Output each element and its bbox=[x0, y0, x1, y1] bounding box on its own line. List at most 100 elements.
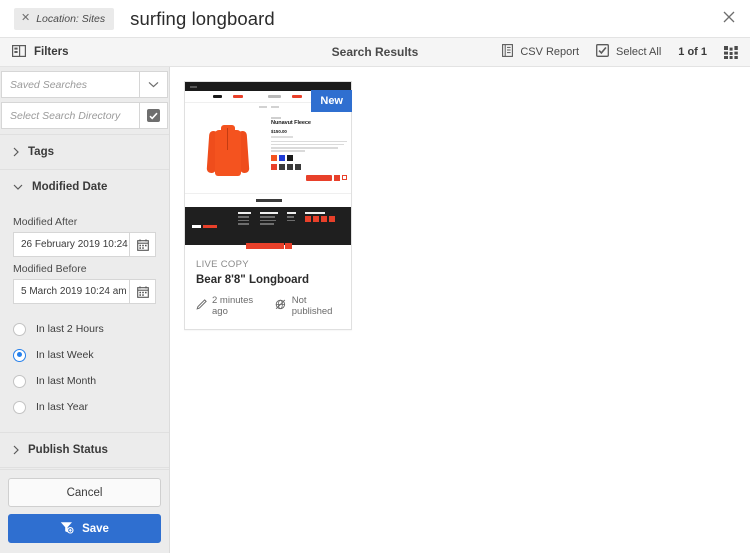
preview-crumb-item bbox=[271, 105, 279, 108]
calendar-icon[interactable] bbox=[130, 279, 156, 304]
modified-before-input[interactable]: 5 March 2019 10:24 am bbox=[13, 279, 130, 304]
section-label-publish-status: Publish Status bbox=[28, 444, 108, 456]
section-label-modified-date: Modified Date bbox=[32, 181, 108, 193]
modified-before-row: 5 March 2019 10:24 am bbox=[13, 279, 156, 304]
swatch bbox=[279, 154, 285, 161]
sidebar-section-publish-status[interactable]: Publish Status bbox=[0, 432, 169, 468]
modified-before-label: Modified Before bbox=[13, 263, 87, 275]
preview-bottom-button bbox=[246, 243, 284, 249]
swatch bbox=[271, 154, 277, 161]
preview-product-info: Nunavut Fleece $150.00 bbox=[271, 114, 347, 189]
result-count: 1 of 1 bbox=[678, 46, 707, 58]
preview-rating bbox=[271, 135, 293, 138]
radio-label: In last Month bbox=[36, 375, 97, 387]
preview-text-line bbox=[271, 150, 306, 152]
radio-in-last-2-hours[interactable]: In last 2 Hours bbox=[13, 316, 156, 342]
radio-in-last-month[interactable]: In last Month bbox=[13, 368, 156, 394]
preview-description bbox=[271, 140, 347, 152]
saved-searches-row: Saved Searches bbox=[1, 71, 168, 98]
checkmark-icon bbox=[147, 109, 160, 122]
preview-qty bbox=[334, 174, 340, 181]
size-option bbox=[271, 163, 277, 170]
search-directory-checkbox[interactable] bbox=[140, 102, 168, 129]
radio-label: In last Week bbox=[36, 349, 94, 361]
preview-eyebrow bbox=[271, 117, 281, 119]
location-filter-chip[interactable]: ✕ Location: Sites bbox=[14, 7, 115, 30]
card-publish-text: Not published bbox=[291, 295, 333, 317]
body-split: Saved Searches Select Search Directory T… bbox=[0, 67, 750, 553]
radio-label: In last 2 Hours bbox=[36, 323, 104, 335]
unpublished-globe-icon bbox=[275, 299, 287, 313]
saved-searches-input[interactable]: Saved Searches bbox=[1, 71, 140, 98]
modified-after-input[interactable]: 26 February 2019 10:24 am bbox=[13, 232, 130, 257]
csv-report-button[interactable]: CSV Report bbox=[502, 44, 579, 60]
filters-toggle[interactable]: Filters bbox=[0, 44, 170, 60]
sidebar-section-modified-date[interactable]: Modified Date bbox=[0, 170, 169, 204]
heart-icon bbox=[342, 175, 347, 181]
modified-after-row: 26 February 2019 10:24 am bbox=[13, 232, 156, 257]
radio-button bbox=[13, 374, 26, 388]
preview-text-line bbox=[271, 146, 338, 149]
sidebar-section-tags[interactable]: Tags bbox=[0, 134, 169, 170]
preview-brand-mark bbox=[213, 95, 222, 98]
save-button[interactable]: Save bbox=[8, 514, 161, 543]
card-publish-status: Not published bbox=[275, 295, 340, 317]
cancel-button[interactable]: Cancel bbox=[8, 478, 161, 507]
close-icon[interactable]: ✕ bbox=[21, 13, 30, 24]
view-grid-icon[interactable] bbox=[724, 45, 738, 59]
filters-label: Filters bbox=[34, 46, 69, 58]
rail-footer-actions: Cancel Save bbox=[0, 469, 169, 553]
pencil-icon bbox=[196, 299, 207, 313]
result-card[interactable]: New Nunavut Fleece $150.00 LIVE COPY Bea… bbox=[184, 81, 352, 330]
preview-brand-logo bbox=[256, 199, 282, 202]
radio-in-last-year[interactable]: In last Year bbox=[13, 394, 156, 420]
modified-date-body: Modified After 26 February 2019 10:24 am… bbox=[0, 204, 169, 432]
save-label: Save bbox=[82, 522, 109, 535]
select-all-button[interactable]: Select All bbox=[596, 44, 661, 60]
status-badge: New bbox=[311, 90, 352, 112]
radio-button bbox=[13, 322, 26, 336]
cancel-label: Cancel bbox=[66, 486, 103, 499]
checkbox-icon bbox=[596, 44, 609, 60]
modified-date-radio-group: In last 2 Hours In last Week In last Mon… bbox=[13, 308, 156, 422]
jacket-graphic bbox=[206, 124, 250, 180]
document-icon bbox=[502, 44, 514, 60]
preview-bottom-cta bbox=[185, 243, 351, 249]
search-query-text[interactable]: surfing longboard bbox=[130, 8, 275, 30]
preview-text-line bbox=[271, 140, 347, 143]
calendar-icon[interactable] bbox=[130, 232, 156, 257]
preview-cart-row bbox=[271, 174, 347, 181]
results-toolbar: Filters Search Results CSV Report Select… bbox=[0, 37, 750, 67]
radio-in-last-week[interactable]: In last Week bbox=[13, 342, 156, 368]
search-results-area: New Nunavut Fleece $150.00 LIVE COPY Bea… bbox=[170, 67, 750, 553]
chevron-right-icon bbox=[13, 445, 19, 455]
chevron-right-icon bbox=[13, 147, 19, 157]
preview-footer-column bbox=[287, 212, 296, 240]
preview-product-name: Nunavut Fleece bbox=[271, 120, 311, 126]
swatch bbox=[287, 154, 293, 161]
preview-footer-logo bbox=[192, 212, 217, 240]
preview-product-section: Nunavut Fleece $150.00 bbox=[185, 110, 351, 189]
toolbar-actions: CSV Report Select All 1 of 1 bbox=[502, 44, 750, 60]
preview-text-line bbox=[271, 143, 344, 146]
card-metadata: LIVE COPY Bear 8'8" Longboard 2 minutes … bbox=[185, 249, 351, 329]
search-panel-app: ✕ Location: Sites surfing longboard Filt… bbox=[0, 0, 750, 553]
csv-report-label: CSV Report bbox=[520, 46, 580, 58]
preview-bottom-button-secondary bbox=[285, 243, 292, 249]
card-footer: 2 minutes ago Not published bbox=[196, 295, 340, 317]
preview-size-swatches bbox=[271, 163, 347, 170]
section-label-tags: Tags bbox=[28, 146, 54, 158]
close-icon[interactable] bbox=[722, 10, 738, 26]
size-option bbox=[295, 163, 301, 170]
radio-button bbox=[13, 400, 26, 414]
preview-nav-item-active bbox=[292, 95, 302, 98]
preview-add-to-cart bbox=[306, 174, 332, 181]
preview-product-price: $150.00 bbox=[271, 128, 287, 134]
search-directory-input[interactable]: Select Search Directory bbox=[1, 102, 140, 129]
preview-brands-strip bbox=[185, 193, 351, 207]
size-option bbox=[279, 163, 285, 170]
preview-footer-column bbox=[260, 212, 278, 240]
card-modified: 2 minutes ago bbox=[196, 295, 262, 317]
chevron-down-icon[interactable] bbox=[140, 71, 168, 98]
size-option bbox=[287, 163, 293, 170]
